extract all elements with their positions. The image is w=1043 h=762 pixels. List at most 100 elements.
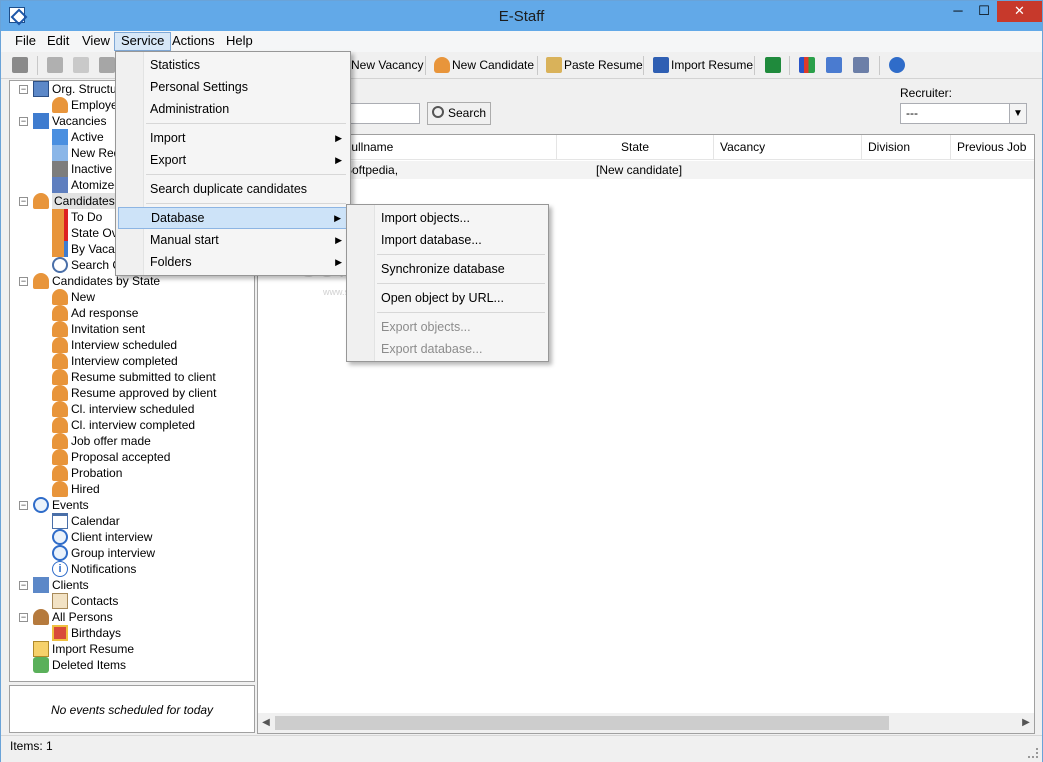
table-row[interactable]: Softpedia, [New candidate] <box>258 161 1034 179</box>
minimize-button[interactable]: ─ <box>945 1 971 22</box>
menu-file[interactable]: File <box>9 32 42 51</box>
new-candidate-button[interactable]: New Candidate <box>432 55 538 76</box>
menu-item-import-objects[interactable]: Import objects... <box>349 207 546 229</box>
menu-help[interactable]: Help <box>220 32 259 51</box>
candidate-state-icon <box>52 369 68 385</box>
collapse-vacancies-icon[interactable]: − <box>19 117 28 126</box>
search-icon <box>52 257 68 273</box>
person-icon <box>33 609 49 625</box>
tree-item-label: Resume approved by client <box>71 386 217 400</box>
toolbar-separator <box>425 56 426 75</box>
service-menu: Statistics Personal Settings Administrat… <box>115 51 351 276</box>
menu-bar: File Edit View Service Actions Help <box>1 31 1042 52</box>
state-overdue-icon <box>52 225 68 241</box>
by-vacancy-icon <box>52 241 68 257</box>
collapse-candidates-by-state-icon[interactable]: − <box>19 277 28 286</box>
candidate-state-icon <box>52 433 68 449</box>
to-do-icon <box>52 209 68 225</box>
tree-item-label: Probation <box>71 466 123 480</box>
menu-item-personal-settings[interactable]: Personal Settings <box>118 76 348 98</box>
cell-fullname: Softpedia, <box>344 163 399 177</box>
settings-icon[interactable] <box>853 57 869 73</box>
tree-item-label: Interview completed <box>71 354 178 368</box>
import-resume-label: Import Resume <box>671 58 754 72</box>
paste-resume-icon <box>546 57 562 73</box>
chevron-down-icon[interactable]: ▼ <box>1009 104 1026 123</box>
org-structure-icon <box>33 81 49 97</box>
collapse-org-icon[interactable]: − <box>19 85 28 94</box>
search-button[interactable]: Search <box>427 102 491 125</box>
import-resume-button[interactable]: Import Resume <box>651 55 757 76</box>
recycle-bin-icon <box>33 657 49 673</box>
tree-item-label: New <box>71 290 96 304</box>
candidates-icon <box>33 193 49 209</box>
scroll-right-icon[interactable]: ▶ <box>1018 715 1034 731</box>
report-icon[interactable] <box>826 57 842 73</box>
search-button-label: Search <box>448 106 487 120</box>
search-input[interactable] <box>339 103 420 124</box>
candidate-state-icon <box>52 401 68 417</box>
tree-item-label: Cl. interview scheduled <box>71 402 195 416</box>
menu-item-export-objects: Export objects... <box>381 320 471 334</box>
tree-item-label: Invitation sent <box>71 322 146 336</box>
menu-view[interactable]: View <box>76 32 116 51</box>
copy-icon[interactable] <box>73 57 89 73</box>
menu-item-administration[interactable]: Administration <box>118 98 348 120</box>
menu-item-synchronize-database[interactable]: Synchronize database <box>349 258 546 280</box>
collapse-all-persons-icon[interactable]: − <box>19 613 28 622</box>
tree-item-label: Proposal accepted <box>71 450 171 464</box>
scrollbar-thumb[interactable] <box>275 716 889 730</box>
menu-item-statistics[interactable]: Statistics <box>118 54 348 76</box>
scroll-left-icon[interactable]: ◀ <box>258 715 274 731</box>
events-empty-message: No events scheduled for today <box>50 703 214 717</box>
menu-item-import[interactable]: Import ▶ <box>118 127 348 149</box>
collapse-events-icon[interactable]: − <box>19 501 28 510</box>
cut-icon[interactable] <box>47 57 63 73</box>
menu-item-search-duplicates[interactable]: Search duplicate candidates <box>118 178 348 200</box>
column-header-state[interactable]: State <box>557 135 714 160</box>
envelope-icon <box>33 641 49 657</box>
print-icon[interactable] <box>12 57 28 73</box>
collapse-clients-icon[interactable]: − <box>19 581 28 590</box>
tree-item-label: Ad response <box>71 306 139 320</box>
horizontal-scrollbar[interactable]: ◀ ▶ <box>258 713 1034 733</box>
candidate-state-icon <box>52 321 68 337</box>
collapse-candidates-icon[interactable]: − <box>19 197 28 206</box>
menu-item-export[interactable]: Export ▶ <box>118 149 348 171</box>
menu-service[interactable]: Service <box>114 32 172 51</box>
menu-edit[interactable]: Edit <box>41 32 75 51</box>
close-button[interactable]: ✕ <box>997 1 1042 22</box>
tree-item-label: Interview scheduled <box>71 338 178 352</box>
app-window: E-Staff ─ ☐ ✕ File Edit View Service Act… <box>0 0 1043 762</box>
window-title: E-Staff <box>498 8 545 25</box>
column-header-division[interactable]: Division <box>862 135 951 160</box>
menu-item-manual-start[interactable]: Manual start ▶ <box>118 229 348 251</box>
new-vacancy-label: New Vacancy <box>351 58 424 72</box>
excel-icon[interactable] <box>765 57 781 73</box>
items-count: Items: 1 <box>10 739 53 753</box>
menu-item-database[interactable]: Database ▶ <box>118 207 348 229</box>
recruiter-dropdown[interactable]: --- ▼ <box>900 103 1027 124</box>
tree-item-label: Hired <box>71 482 100 496</box>
resize-grip-icon[interactable] <box>1028 748 1038 758</box>
menu-item-import-database[interactable]: Import database... <box>349 229 546 251</box>
toolbar-separator <box>789 56 790 75</box>
candidate-state-icon <box>52 417 68 433</box>
column-header-previous-job[interactable]: Previous Job <box>951 135 1034 160</box>
candidate-state-icon <box>52 353 68 369</box>
candidate-state-icon <box>52 385 68 401</box>
menu-actions[interactable]: Actions <box>166 32 221 51</box>
chart-icon[interactable] <box>799 57 815 73</box>
toolbar-separator <box>754 56 755 75</box>
inactive-vacancies-icon <box>52 161 68 177</box>
paste-icon[interactable] <box>99 57 115 73</box>
menu-item-folders[interactable]: Folders ▶ <box>118 251 348 273</box>
help-icon[interactable] <box>889 57 905 73</box>
submenu-arrow-icon: ▶ <box>334 213 341 223</box>
column-header-vacancy[interactable]: Vacancy <box>714 135 862 160</box>
maximize-button[interactable]: ☐ <box>971 1 997 22</box>
paste-resume-button[interactable]: Paste Resume <box>544 55 647 76</box>
clients-icon <box>33 577 49 593</box>
candidate-state-icon <box>52 465 68 481</box>
menu-item-open-object-by-url[interactable]: Open object by URL... <box>349 287 546 309</box>
